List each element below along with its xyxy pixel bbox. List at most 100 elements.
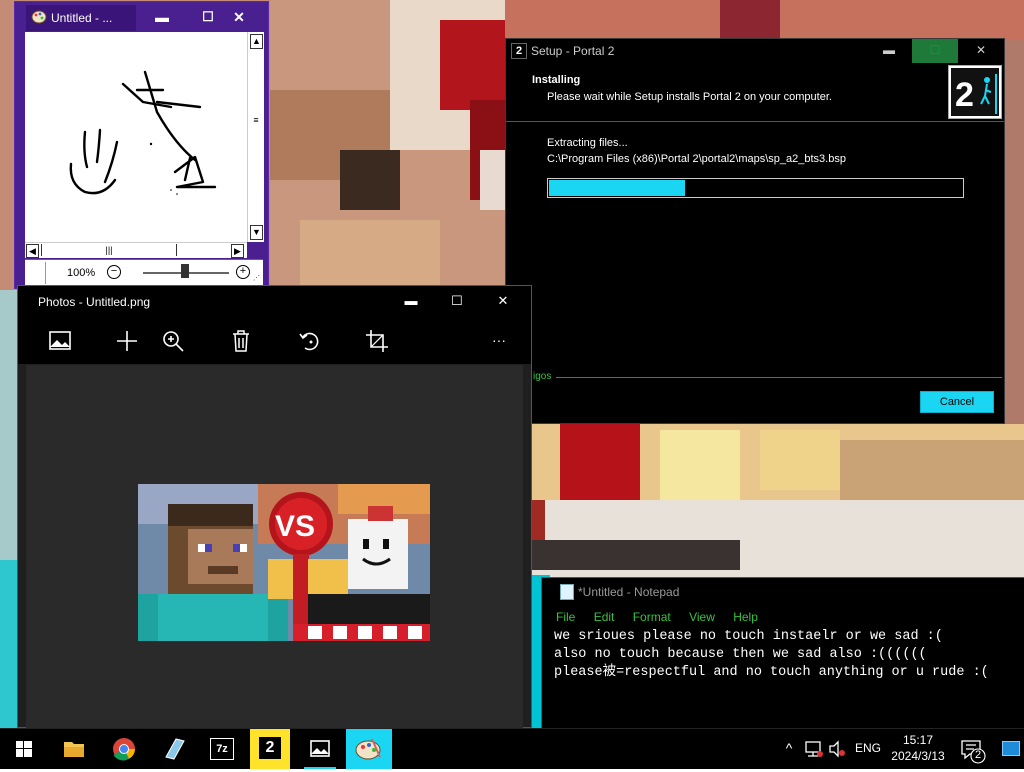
setup-maximize-button[interactable]: ☐ xyxy=(912,39,958,63)
delete-icon[interactable] xyxy=(228,328,254,354)
taskbar-notepad[interactable] xyxy=(154,729,194,769)
paint-statusbar: 100% − + ⋰ xyxy=(25,259,263,286)
setup-brand-text: igos xyxy=(533,371,552,382)
taskbar-file-explorer[interactable] xyxy=(54,729,94,769)
clock-date: 2024/3/13 xyxy=(891,749,945,763)
photos-window[interactable]: Photos - Untitled.png ▬ ☐ ✕ ··· VS xyxy=(17,285,532,728)
portal-2-logo-art: 2 xyxy=(951,68,999,116)
clock[interactable]: 15:17 2024/3/13 xyxy=(886,729,950,769)
photos-taskbar-icon xyxy=(310,740,330,757)
notepad-window[interactable]: *Untitled - Notepad File Edit Format Vie… xyxy=(541,577,1024,728)
portal-2-taskbar-icon: 2 xyxy=(259,737,281,759)
portal-2-logo-glyph: 2 xyxy=(955,76,974,114)
show-desktop-button[interactable] xyxy=(998,729,1024,769)
setup-header: Installing Please wait while Setup insta… xyxy=(506,63,1004,122)
taskbar-paint[interactable] xyxy=(346,729,392,769)
notepad-titlebar[interactable]: *Untitled - Notepad xyxy=(542,578,1024,606)
show-hidden-icons[interactable]: ^ xyxy=(778,729,800,769)
photos-minimize-button[interactable]: ▬ xyxy=(391,290,431,314)
scroll-grip-icon[interactable]: ≡ xyxy=(251,115,261,125)
notepad-text-area[interactable]: we srioues please no touch instaelr or w… xyxy=(554,628,1014,682)
active-indicator xyxy=(304,767,336,769)
see-all-photos-icon[interactable] xyxy=(47,328,73,354)
paint-horizontal-scrollbar[interactable]: ◀ ||| ▶ xyxy=(25,242,247,258)
notification-count: 2 xyxy=(975,749,982,761)
photos-titlebar[interactable]: Photos - Untitled.png ▬ ☐ ✕ xyxy=(18,286,531,318)
photos-maximize-button[interactable]: ☐ xyxy=(437,290,477,314)
scroll-left-icon[interactable]: ◀ xyxy=(26,244,39,258)
taskbar-photos[interactable] xyxy=(300,729,340,769)
taskbar: 7z 2 ^ ENG 15:17 2024/3/13 2 xyxy=(0,728,1024,769)
notepad-title: *Untitled - Notepad xyxy=(578,585,680,599)
photos-toolbar: ··· xyxy=(18,318,531,364)
action-center[interactable]: 2 xyxy=(956,729,990,769)
desktop-preview-icon xyxy=(1002,741,1020,756)
menu-format[interactable]: Format xyxy=(633,610,671,624)
paint-title: Untitled - ... xyxy=(51,11,113,25)
paint-title-tab[interactable]: Untitled - ... xyxy=(26,5,136,31)
portal-2-app-icon: 2 xyxy=(511,43,527,59)
add-icon[interactable] xyxy=(114,328,140,354)
paint-minimize-button[interactable]: ▬ xyxy=(141,5,183,31)
photo-viewport[interactable]: VS xyxy=(26,365,523,728)
vs-text: VS xyxy=(275,510,315,543)
setup-window[interactable]: 2 Setup - Portal 2 ▬ ☐ ✕ Installing Plea… xyxy=(505,38,1005,424)
folder-icon xyxy=(64,742,84,757)
notepad-icon xyxy=(560,584,574,600)
zoom-level: 100% xyxy=(67,267,96,279)
menu-edit[interactable]: Edit xyxy=(594,610,615,624)
paint-vertical-scrollbar[interactable]: ▲ ≡ ▼ xyxy=(247,32,264,242)
7zip-icon: 7z xyxy=(210,738,234,760)
text-line: also no touch because then we sad also :… xyxy=(554,647,927,662)
cancel-button[interactable]: Cancel xyxy=(920,391,994,413)
paint-taskbar-icon xyxy=(355,738,381,760)
text-line: please被=respectful and no touch anything… xyxy=(554,665,989,680)
setup-minimize-button[interactable]: ▬ xyxy=(866,39,912,63)
zoom-out-icon[interactable]: − xyxy=(107,265,121,279)
zoom-in-icon[interactable]: + xyxy=(236,265,250,279)
paint-window[interactable]: Untitled - ... ▬ ☐ ✕ ▲ ≡ ▼ ◀ ||| ▶ 100% … xyxy=(14,1,269,289)
status-divider xyxy=(45,262,46,284)
setup-divider xyxy=(556,377,1002,378)
zoom-slider-thumb[interactable] xyxy=(181,264,189,278)
crop-icon[interactable] xyxy=(364,328,390,354)
scroll-right-icon[interactable]: ▶ xyxy=(231,244,244,258)
paint-drawing xyxy=(69,70,217,195)
install-progress-fill xyxy=(549,180,685,196)
photos-title: Photos - Untitled.png xyxy=(38,295,151,309)
paint-palette-icon xyxy=(31,10,47,24)
setup-title: Setup - Portal 2 xyxy=(531,44,615,58)
setup-close-button[interactable]: ✕ xyxy=(958,39,1004,63)
portal-2-logo: 2 xyxy=(948,65,1002,119)
more-options-icon[interactable]: ··· xyxy=(492,332,506,348)
paint-canvas[interactable] xyxy=(25,32,261,242)
notepad-taskbar-icon xyxy=(165,738,185,760)
setup-titlebar[interactable]: 2 Setup - Portal 2 ▬ ☐ ✕ xyxy=(506,39,1004,63)
start-button[interactable] xyxy=(4,729,44,769)
windows-logo-icon xyxy=(16,741,32,757)
taskbar-7zip[interactable]: 7z xyxy=(202,729,242,769)
setup-header-title: Installing xyxy=(532,74,581,86)
notifications-icon xyxy=(961,740,986,764)
menu-view[interactable]: View xyxy=(689,610,715,624)
zoom-icon[interactable] xyxy=(160,328,186,354)
rotate-icon[interactable] xyxy=(297,328,323,354)
paint-close-button[interactable]: ✕ xyxy=(218,5,260,31)
desktop: Untitled - ... ▬ ☐ ✕ ▲ ≡ ▼ ◀ ||| ▶ 100% … xyxy=(0,0,1024,728)
photos-close-button[interactable]: ✕ xyxy=(483,290,523,314)
extract-file-path: C:\Program Files (x86)\Portal 2\portal2\… xyxy=(547,153,846,165)
menu-help[interactable]: Help xyxy=(733,610,758,624)
scroll-up-icon[interactable]: ▲ xyxy=(250,34,263,49)
scroll-down-icon[interactable]: ▼ xyxy=(250,225,263,240)
paint-titlebar[interactable]: Untitled - ... ▬ ☐ ✕ xyxy=(15,2,268,32)
chrome-icon xyxy=(113,738,135,761)
network-icon[interactable] xyxy=(802,729,826,769)
resize-grip-icon[interactable]: ⋰ xyxy=(253,274,261,282)
scroll-hthumb[interactable]: ||| xyxy=(41,244,177,256)
input-language[interactable]: ENG xyxy=(852,729,884,769)
taskbar-portal2-setup[interactable]: 2 xyxy=(250,729,290,769)
menu-file[interactable]: File xyxy=(556,610,575,624)
volume-muted-icon[interactable] xyxy=(826,729,848,769)
taskbar-chrome[interactable] xyxy=(104,729,144,769)
extract-status: Extracting files... xyxy=(547,137,628,149)
